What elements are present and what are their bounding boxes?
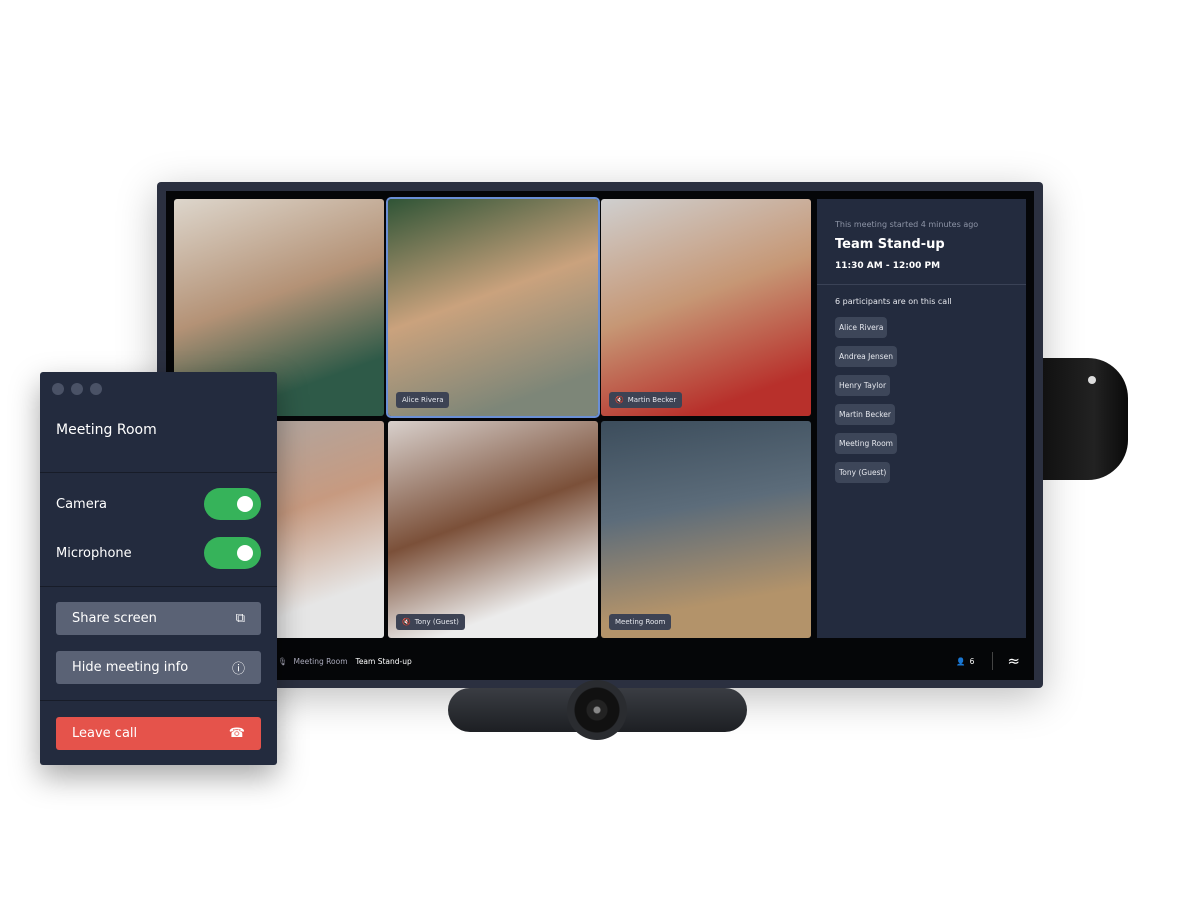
logo-icon: ≈ bbox=[1007, 652, 1020, 670]
hide-meeting-info-button[interactable]: Hide meeting info ⓘ bbox=[56, 651, 261, 684]
camera-toggle[interactable] bbox=[204, 488, 261, 520]
microphone-icon: 🎙 bbox=[278, 656, 288, 666]
video-tile[interactable]: 🔇 Martin Becker bbox=[601, 199, 811, 416]
meeting-title: Team Stand-up bbox=[835, 237, 945, 252]
camera-lens bbox=[567, 680, 627, 740]
participant-count[interactable]: 6 bbox=[970, 657, 975, 666]
video-tile[interactable]: 🔇 Tony (Guest) bbox=[388, 421, 598, 638]
panel-title: Meeting Room bbox=[56, 422, 157, 438]
call-status-bar: 🎙 Meeting Room Team Stand-up 👤 6 ≈ bbox=[166, 646, 1034, 676]
microphone-label: Microphone bbox=[56, 545, 132, 561]
button-label: Leave call bbox=[72, 726, 138, 741]
meeting-started-text: This meeting started 4 minutes ago bbox=[835, 220, 979, 229]
window-dot[interactable] bbox=[90, 383, 102, 395]
participant-chip[interactable]: Martin Becker bbox=[835, 404, 895, 425]
meeting-time: 11:30 AM - 12:00 PM bbox=[835, 261, 941, 271]
window-dot[interactable] bbox=[71, 383, 83, 395]
share-screen-button[interactable]: Share screen ⧉ bbox=[56, 602, 261, 635]
participant-list: Alice Rivera Andrea Jensen Henry Taylor Mar… bbox=[835, 317, 898, 483]
participant-name-tag: 🔇 Martin Becker bbox=[609, 392, 683, 408]
muted-mic-icon: 🔇 bbox=[402, 618, 411, 626]
divider bbox=[992, 652, 994, 670]
leave-call-button[interactable]: Leave call ☎ bbox=[56, 717, 261, 750]
meeting-name: Team Stand-up bbox=[355, 656, 412, 666]
video-tile[interactable]: Alice Rivera bbox=[386, 197, 600, 418]
side-device bbox=[1043, 358, 1128, 480]
microphone-toggle[interactable] bbox=[204, 537, 261, 569]
video-call-screen: Meeting Room 🔇 Tony (Guest) 🔇 Martin Becker A… bbox=[166, 191, 1034, 680]
button-label: Hide meeting info bbox=[72, 660, 189, 675]
camera-row: Camera bbox=[56, 488, 261, 520]
participant-name: Alice Rivera bbox=[402, 396, 444, 404]
participant-name-tag: 🔇 Tony (Guest) bbox=[396, 614, 465, 630]
divider bbox=[817, 284, 1026, 285]
video-tile[interactable]: Meeting Room bbox=[601, 421, 811, 638]
participant-name: Martin Becker bbox=[627, 396, 677, 404]
muted-mic-icon: 🔇 bbox=[615, 396, 624, 404]
participant-name: Meeting Room bbox=[615, 618, 666, 626]
participant-chip[interactable]: Meeting Room bbox=[835, 433, 897, 454]
participant-name-tag: Meeting Room bbox=[609, 614, 672, 630]
person-icon: 👤 bbox=[956, 656, 966, 666]
participant-name: Tony (Guest) bbox=[414, 618, 459, 626]
button-label: Share screen bbox=[72, 611, 157, 626]
display-monitor: Meeting Room 🔇 Tony (Guest) 🔇 Martin Becker A… bbox=[157, 182, 1043, 688]
window-controls bbox=[52, 383, 102, 395]
info-icon: ⓘ bbox=[231, 662, 245, 677]
participant-chip[interactable]: Alice Rivera bbox=[835, 317, 888, 338]
participant-chip[interactable]: Andrea Jensen bbox=[835, 346, 898, 367]
microphone-row: Microphone bbox=[56, 537, 261, 569]
participant-name-tag: Alice Rivera bbox=[396, 392, 450, 408]
participant-chip[interactable]: Henry Taylor bbox=[835, 375, 891, 396]
hang-up-icon: ☎ bbox=[228, 726, 245, 741]
participant-count-text: 6 participants are on this call bbox=[835, 297, 952, 306]
meeting-info-sidebar: This meeting started 4 minutes ago Team … bbox=[817, 199, 1026, 638]
participant-chip[interactable]: Tony (Guest) bbox=[835, 462, 891, 483]
meeting-room-controller: Meeting Room Camera Microphone Share scr… bbox=[40, 372, 277, 765]
window-dot[interactable] bbox=[52, 383, 64, 395]
camera-label: Camera bbox=[56, 496, 108, 512]
share-screen-icon: ⧉ bbox=[235, 611, 245, 626]
room-name: Meeting Room bbox=[293, 656, 348, 666]
